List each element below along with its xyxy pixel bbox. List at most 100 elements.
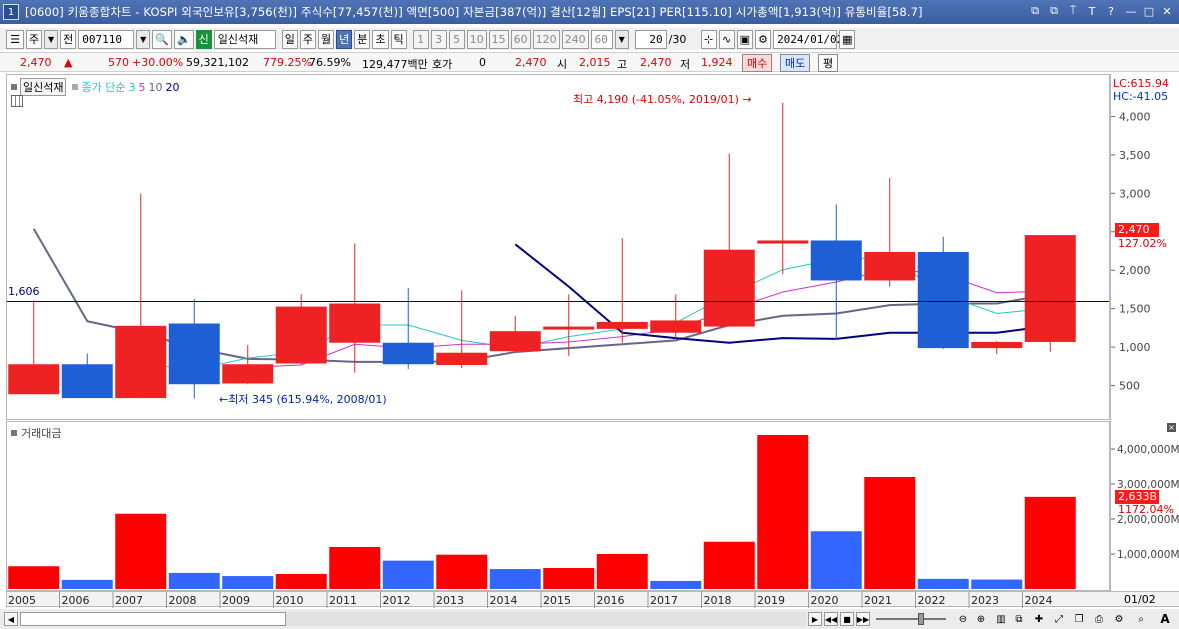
indicator-icon[interactable]: ∿ [718, 29, 735, 49]
layout-icon[interactable]: ▥ [994, 612, 1008, 626]
zoom-slider[interactable] [876, 618, 946, 620]
hoga-label: 호가 [432, 58, 453, 71]
high-annotation: 최고 4,190 (-41.05%, 2019/01) → [573, 93, 752, 106]
price-tick-label: 1,500 [1119, 303, 1151, 316]
gear-icon[interactable]: ⚙ [755, 29, 772, 49]
interval-input[interactable]: 60 [590, 29, 613, 49]
settings-icon[interactable]: ⚙ [1112, 612, 1126, 626]
zoom-out-icon[interactable]: ⊖ [956, 612, 970, 626]
split-icon[interactable]: ⧉ [1012, 612, 1026, 626]
pane-close-icon[interactable]: × [1167, 423, 1176, 432]
volume-bar-2022 [917, 578, 969, 589]
interval-5[interactable]: 5 [448, 29, 465, 49]
price-axis[interactable]: 5001,0001,5002,0002,5003,0003,5004,000 L… [1110, 74, 1179, 420]
crosshair-icon[interactable]: ✚ [1032, 612, 1046, 626]
volume-axis[interactable]: 1,000,000M 2,000,000M 3,000,000M 4,000,000M… [1110, 421, 1179, 591]
link-icon[interactable]: ⧉ [1027, 3, 1043, 19]
volume-bar-2024 [1024, 496, 1076, 589]
search-icon[interactable]: 🔍 [152, 29, 172, 49]
sell-button[interactable]: 매도 [780, 54, 811, 72]
interval-60[interactable]: 60 [510, 29, 531, 49]
scroll-right-icon[interactable]: ▶ [808, 612, 822, 626]
copy-icon[interactable]: ❐ [1072, 612, 1086, 626]
maximize-icon[interactable]: □ [1141, 3, 1157, 19]
stop-icon[interactable]: ■ [840, 612, 854, 626]
legend-ma10[interactable]: 10 [148, 81, 162, 94]
chart-scrollbar[interactable]: ◀ ▶ ◀◀ ■ ▶▶ ⊖ ⊕ ▥ ⧉ ✚ ⤢ ❐ ⎙ ⚙ ⌕ A [0, 609, 1179, 629]
evaluation-button[interactable]: 평 [818, 54, 839, 72]
drawing-tools-icon[interactable]: ⊹ [700, 29, 717, 49]
volume-chart-pane[interactable]: 거래대금 [6, 421, 1110, 591]
print-icon[interactable]: ⎙ [1092, 612, 1106, 626]
legend-ma20[interactable]: 20 [165, 81, 179, 94]
code-dropdown-icon[interactable]: ▼ [136, 29, 151, 49]
legend-ma3[interactable]: 3 [128, 81, 135, 94]
scroll-thumb[interactable] [20, 612, 286, 626]
high-label: 고 [617, 58, 628, 71]
fast-forward-icon[interactable]: ▶▶ [856, 612, 870, 626]
minimize-icon[interactable]: — [1123, 3, 1139, 19]
chevron-down-icon[interactable]: ▼ [44, 29, 59, 49]
x-tick-label: 2018 [704, 594, 732, 607]
period-minute[interactable]: 분 [354, 29, 371, 49]
help-icon[interactable]: ? [1103, 3, 1119, 19]
save-icon[interactable]: ▣ [736, 29, 754, 49]
date-input[interactable]: 2024/01/02 [773, 29, 843, 49]
x-tick-label: 2008 [169, 594, 197, 607]
legend-stock-name[interactable]: 일신석재 [20, 78, 67, 96]
x-axis[interactable]: 2005 2006 2007 2008 2009 2010 2011 2012 2013 2014… [5, 591, 1179, 608]
price-legend: 일신석재 종가 단순 3 5 10 20 [11, 78, 179, 96]
close-icon[interactable]: ✕ [1159, 3, 1175, 19]
volume-legend-label[interactable]: 거래대금 [21, 425, 61, 441]
interval-15[interactable]: 15 [488, 29, 509, 49]
candle-body-2015 [543, 326, 595, 330]
candle-body-2016 [596, 321, 648, 329]
stock-code-input[interactable]: 007110 [78, 29, 135, 49]
zoom-in-icon[interactable]: ⊕ [974, 612, 988, 626]
week-select[interactable]: 주 [26, 29, 43, 49]
pin-icon[interactable]: ⍑ [1065, 3, 1081, 19]
menu-icon[interactable]: ☰ [6, 29, 24, 49]
x-tick-label: 2017 [650, 594, 678, 607]
interval-240[interactable]: 240 [561, 29, 589, 49]
period-month[interactable]: 월 [318, 29, 335, 49]
volume-bar-2011 [329, 547, 381, 589]
expand-icon[interactable]: ⤢ [1052, 612, 1066, 626]
price-change-pct: +30.00% [132, 56, 184, 69]
interval-10[interactable]: 10 [466, 29, 487, 49]
zoom-slider-handle[interactable] [918, 613, 924, 625]
period-week[interactable]: 주 [299, 29, 317, 49]
count-input[interactable]: 20 [634, 29, 667, 49]
legend-ma-label[interactable]: 종가 단순 [81, 79, 125, 95]
interval-1[interactable]: 1 [412, 29, 429, 49]
previous-button[interactable]: 전 [60, 29, 77, 49]
window-copy-icon[interactable]: ⧉ [1046, 3, 1062, 19]
stock-name-field[interactable]: 일신석재 [213, 29, 276, 49]
font-size-icon[interactable]: A [1158, 612, 1172, 626]
scroll-track[interactable] [286, 612, 806, 626]
scroll-left-icon[interactable]: ◀ [4, 612, 18, 626]
period-day[interactable]: 일 [281, 29, 298, 49]
window-controls: — □ ✕ [1123, 3, 1175, 19]
legend-ma5[interactable]: 5 [138, 81, 145, 94]
period-tick[interactable]: 틱 [390, 29, 407, 49]
grid-table-icon[interactable] [11, 95, 23, 107]
interval-3[interactable]: 3 [430, 29, 447, 49]
window-number[interactable]: 1 [3, 4, 19, 20]
rewind-icon[interactable]: ◀◀ [824, 612, 838, 626]
interval-dropdown-icon[interactable]: ▼ [614, 29, 629, 49]
speaker-icon[interactable]: 🔈 [173, 29, 194, 49]
up-arrow-icon: ▲ [64, 56, 73, 69]
interval-120[interactable]: 120 [532, 29, 560, 49]
price-chart-pane[interactable]: 일신석재 종가 단순 3 5 10 20 최고 4,190 (-41.05%, … [6, 74, 1110, 420]
search-small-icon[interactable]: ⌕ [1134, 612, 1148, 626]
volume-bar-2019 [757, 435, 809, 589]
calendar-icon[interactable]: ▦ [839, 29, 856, 49]
period-second[interactable]: 초 [372, 29, 389, 49]
buy-button[interactable]: 매수 [742, 54, 773, 72]
trade-volume: 59,321,102 [186, 56, 249, 69]
current-price: 2,470 [20, 56, 52, 69]
period-year[interactable]: 년 [336, 29, 353, 49]
font-icon[interactable]: T [1084, 3, 1100, 19]
x-tick-label: 2007 [115, 594, 143, 607]
